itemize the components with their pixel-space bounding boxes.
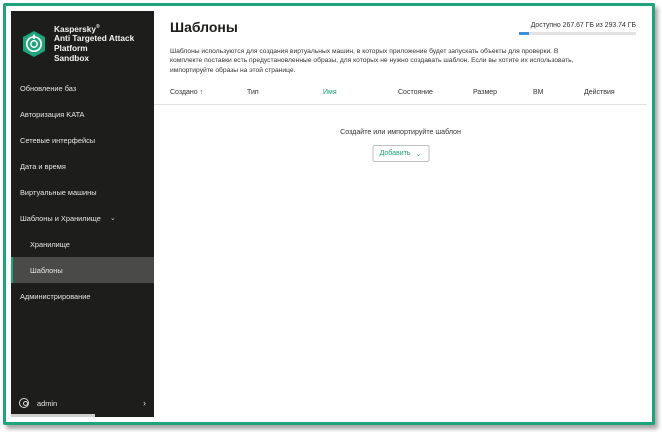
sidebar-item-updates[interactable]: Обновление баз [11,75,154,101]
page-title: Шаблоны [170,19,238,35]
sidebar-item-network[interactable]: Сетевые интерфейсы [11,127,154,153]
column-state[interactable]: Состояние [398,89,433,96]
column-created[interactable]: Создано ↑ [170,89,203,96]
user-icon [19,398,29,408]
sidebar-item-datetime[interactable]: Дата и время [11,153,154,179]
sidebar-item-label: Администрирование [20,291,91,301]
brand: Kaspersky® Anti Targeted Attack Platform… [11,11,154,75]
chevron-down-icon: ⌄ [109,215,116,222]
empty-state-message: Создайте или импортируйте шаблон [340,128,461,136]
chevron-down-icon: ⌄ [415,150,422,158]
main-content: Шаблоны Доступно 267.67 ГБ из 293.74 ГБ … [154,11,647,417]
column-name[interactable]: Имя [323,89,337,96]
brand-line-3: Sandbox [54,52,90,63]
column-vm[interactable]: ВМ [533,89,544,96]
sidebar-item-label: Дата и время [20,161,66,171]
sidebar-item-label: Шаблоны и Хранилище [20,213,101,223]
sidebar-scrollbar[interactable] [11,414,95,417]
sidebar-item-label: Виртуальные машины [20,187,97,197]
brand-company: Kaspersky [54,23,96,34]
sidebar-item-label: Обновление баз [20,83,77,93]
sidebar-item-label: Сетевые интерфейсы [20,135,96,145]
add-button[interactable]: Добавить ⌄ [372,145,429,162]
user-menu[interactable]: admin › [11,393,154,413]
app: Kaspersky® Anti Targeted Attack Platform… [11,11,647,417]
sidebar-item-kata-auth[interactable]: Авторизация KATA [11,101,154,127]
table-header: Создано ↑ Тип Имя Состояние Размер ВМ Де… [154,87,647,105]
sidebar-item-label: Авторизация KATA [20,109,85,119]
user-name: admin [37,398,58,408]
sidebar-item-templates-storage[interactable]: Шаблоны и Хранилище ⌄ [11,205,154,231]
sidebar-nav: Обновление баз Авторизация KATA Сетевые … [11,75,154,309]
sidebar-item-vms[interactable]: Виртуальные машины [11,179,154,205]
column-size[interactable]: Размер [473,89,497,96]
sidebar-item-templates[interactable]: Шаблоны [11,257,154,283]
chevron-right-icon: › [143,398,146,408]
sidebar-item-label: Хранилище [30,239,70,249]
sidebar-item-label: Шаблоны [30,265,63,275]
sidebar-item-storage[interactable]: Хранилище [11,231,154,257]
storage-indicator: Доступно 267.67 ГБ из 293.74 ГБ [519,22,636,35]
add-button-label: Добавить [379,150,411,157]
column-actions: Действия [584,89,615,96]
storage-progress-bar [519,32,636,35]
sidebar-item-administration[interactable]: Администрирование [11,283,154,309]
window-frame: Kaspersky® Anti Targeted Attack Platform… [3,3,655,425]
brand-name: Kaspersky® Anti Targeted Attack Platform… [54,23,134,63]
storage-text: Доступно 267.67 ГБ из 293.74 ГБ [530,22,636,29]
page-description: Шаблоны используются для создания виртуа… [170,48,574,74]
sidebar: Kaspersky® Anti Targeted Attack Platform… [11,11,154,417]
kaspersky-logo-icon [23,31,45,57]
storage-progress-fill [519,32,530,35]
column-type[interactable]: Тип [247,89,259,96]
brand-mark: ® [95,24,100,30]
